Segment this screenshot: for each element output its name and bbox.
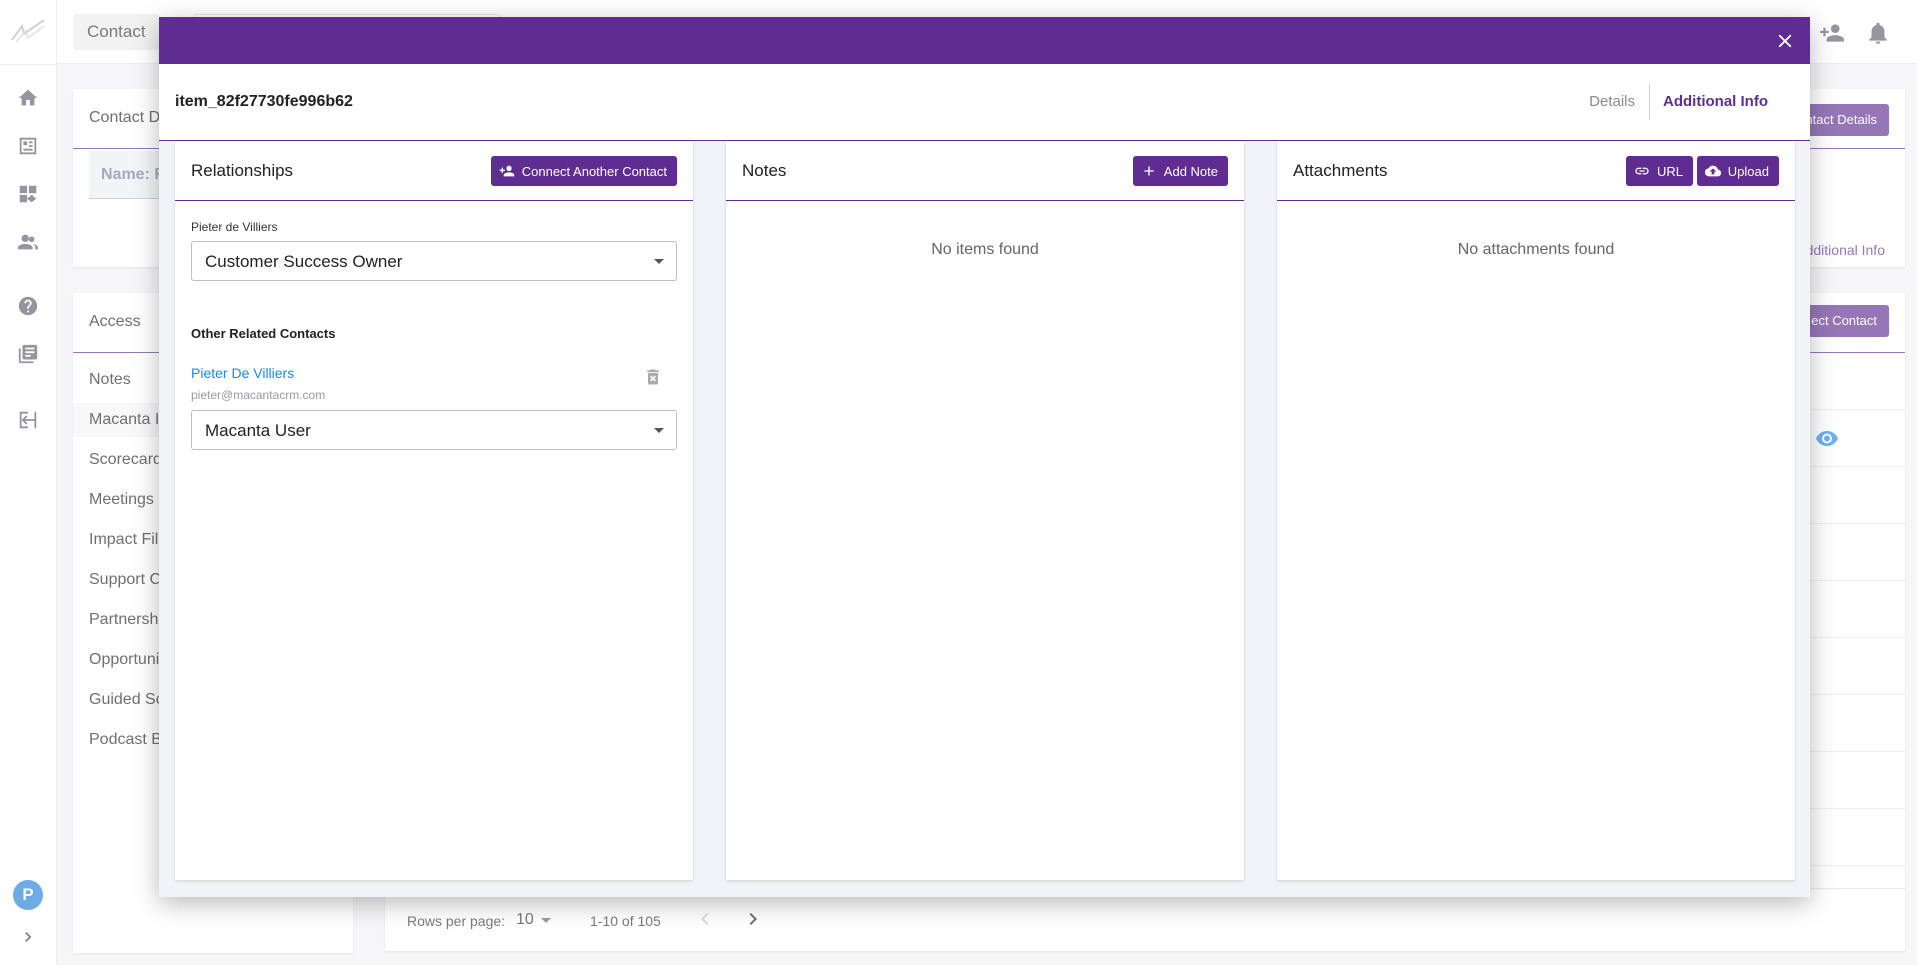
- add-url-label: URL: [1656, 163, 1683, 179]
- upload-button[interactable]: Upload: [1696, 156, 1779, 186]
- item-modal: item_82f27730fe996b62 Details Additional…: [159, 17, 1810, 897]
- connect-another-contact-label: Connect Another Contact: [521, 163, 667, 179]
- caret-down-icon: [654, 259, 664, 264]
- close-icon[interactable]: [1774, 30, 1796, 52]
- related-contact-name-link[interactable]: Pieter De Villiers: [191, 365, 294, 381]
- caret-down-icon: [654, 428, 664, 433]
- cloud-upload-icon: [1704, 165, 1721, 177]
- related-contact-email: pieter@macantacrm.com: [191, 388, 326, 402]
- relationships-title: Relationships: [191, 161, 294, 180]
- upload-label: Upload: [1727, 163, 1769, 179]
- primary-contact-label: Pieter de Villiers: [191, 220, 278, 234]
- add-person-icon: [499, 165, 515, 177]
- panel-header: Notes Add Note: [726, 141, 1244, 201]
- link-icon: [1635, 167, 1649, 175]
- primary-role-select[interactable]: Customer Success Owner: [191, 241, 677, 281]
- notes-empty-message: No items found: [931, 241, 1039, 258]
- attachments-empty-message: No attachments found: [1457, 241, 1615, 258]
- notes-panel: Notes Add Note No items found: [726, 141, 1244, 880]
- relationships-panel: Relationships Connect Another Contact Pi…: [175, 141, 693, 880]
- panel-header: Attachments URL Upload: [1277, 141, 1795, 201]
- related-contact-role-select[interactable]: Macanta User: [191, 410, 677, 450]
- delete-icon[interactable]: [643, 367, 663, 387]
- attachments-title: Attachments: [1293, 161, 1388, 180]
- modal-tabs: Details Additional Info: [1575, 64, 1782, 140]
- add-note-label: Add Note: [1163, 163, 1218, 179]
- add-url-button[interactable]: URL: [1625, 156, 1693, 186]
- attachments-panel: Attachments URL Upload No attachments fo…: [1277, 141, 1795, 880]
- primary-role-value: Customer Success Owner: [205, 252, 403, 271]
- tab-details[interactable]: Details: [1575, 84, 1649, 120]
- item-id-title: item_82f27730fe996b62: [175, 93, 353, 110]
- notes-title: Notes: [742, 161, 787, 180]
- other-related-contacts-heading: Other Related Contacts: [191, 326, 336, 341]
- related-contact-role-value: Macanta User: [205, 421, 311, 440]
- add-note-button[interactable]: Add Note: [1132, 156, 1228, 186]
- tab-additional-info[interactable]: Additional Info: [1649, 84, 1782, 120]
- panel-header: Relationships Connect Another Contact: [175, 141, 693, 201]
- plus-icon: [1144, 166, 1154, 176]
- modal-subheader: item_82f27730fe996b62 Details Additional…: [159, 64, 1810, 141]
- modal-header: [159, 17, 1810, 64]
- connect-another-contact-button[interactable]: Connect Another Contact: [490, 156, 677, 186]
